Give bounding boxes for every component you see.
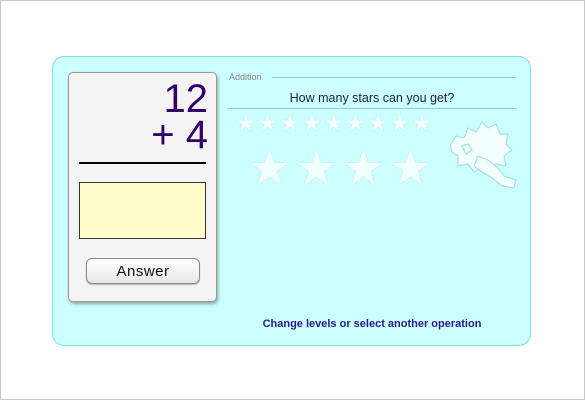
small-star-icon: ★ <box>301 110 323 137</box>
small-star-icon: ★ <box>279 110 301 137</box>
bottom-operand: + 4 <box>151 113 208 157</box>
small-star-icon: ★ <box>411 110 433 137</box>
small-star-icon: ★ <box>235 110 257 137</box>
answer-input[interactable] <box>79 182 206 239</box>
sum-line <box>79 162 206 164</box>
question-text: How many stars can you get? <box>289 91 455 105</box>
small-star-icon: ★ <box>389 110 411 137</box>
operation-label: Addition <box>229 72 265 83</box>
operation-divider <box>272 77 516 78</box>
small-star-icon: ★ <box>323 110 345 137</box>
large-star-icon: ★ <box>341 140 386 196</box>
small-star-icon: ★ <box>257 110 279 137</box>
large-star-icon: ★ <box>247 140 292 196</box>
mascot-silhouette-icon <box>449 121 517 189</box>
change-levels-link[interactable]: Change levels or select another operatio… <box>230 318 514 330</box>
small-star-icon: ★ <box>345 110 367 137</box>
problem-card: 12 + 4 Answer <box>68 72 217 302</box>
large-star-icon: ★ <box>294 140 339 196</box>
question-divider <box>227 108 517 109</box>
answer-button[interactable]: Answer <box>86 258 200 284</box>
large-star-icon: ★ <box>388 140 433 196</box>
small-star-icon: ★ <box>367 110 389 137</box>
